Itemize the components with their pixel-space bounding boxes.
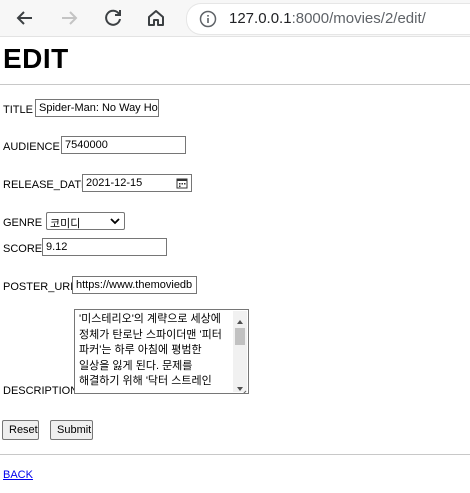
browser-toolbar: 127.0.0.1:8000/movies/2/edit/ (0, 0, 470, 37)
scrollbar[interactable] (233, 311, 247, 392)
chevron-down-icon (110, 216, 120, 226)
page-title: EDIT (3, 43, 69, 74)
url-text: 127.0.0.1:8000/movies/2/edit/ (229, 10, 426, 27)
genre-label: GENRE (3, 217, 43, 229)
home-icon[interactable] (143, 5, 169, 31)
resize-handle-icon[interactable] (239, 384, 247, 393)
reset-button[interactable]: Reset (2, 420, 39, 440)
description-text: '미스테리오'의 계략으로 세상에 정체가 탄로난 스파이더맨 '피터 파커'는… (79, 313, 225, 387)
divider-bottom (0, 454, 470, 455)
scrollbar-thumb[interactable] (235, 328, 245, 345)
submit-button[interactable]: Submit (50, 420, 93, 440)
release-date-label: RELEASE_DATE (3, 179, 89, 191)
url-path: :8000/movies/2/edit/ (291, 10, 426, 27)
address-bar[interactable]: 127.0.0.1:8000/movies/2/edit/ (186, 3, 470, 35)
genre-select[interactable]: 코미디 (46, 212, 125, 230)
forward-arrow-icon[interactable] (56, 5, 82, 31)
title-label: TITLE (3, 104, 33, 116)
url-host: 127.0.0.1 (229, 10, 292, 27)
back-link[interactable]: BACK (3, 469, 33, 481)
calendar-icon[interactable] (176, 177, 188, 189)
score-input[interactable]: 9.12 (42, 238, 167, 256)
release-date-input[interactable]: 2021-12-15 (82, 174, 192, 192)
title-input[interactable]: Spider-Man: No Way Ho (35, 99, 159, 117)
poster-url-input[interactable]: https://www.themoviedb (72, 276, 197, 294)
description-label: DESCRIPTION (3, 385, 79, 397)
genre-selected-value: 코미디 (50, 218, 81, 230)
description-textarea[interactable]: '미스테리오'의 계략으로 세상에 정체가 탄로난 스파이더맨 '피터 파커'는… (74, 309, 249, 394)
scroll-up-icon[interactable] (236, 313, 244, 324)
score-label: SCORE (3, 243, 43, 255)
audience-input[interactable]: 7540000 (61, 136, 186, 154)
poster-url-label: POSTER_URL (3, 281, 77, 293)
divider-top (0, 84, 470, 85)
info-icon[interactable] (199, 10, 217, 28)
release-date-value: 2021-12-15 (86, 177, 143, 189)
reload-icon[interactable] (100, 5, 126, 31)
audience-label: AUDIENCE (3, 141, 60, 153)
back-arrow-icon[interactable] (12, 5, 38, 31)
